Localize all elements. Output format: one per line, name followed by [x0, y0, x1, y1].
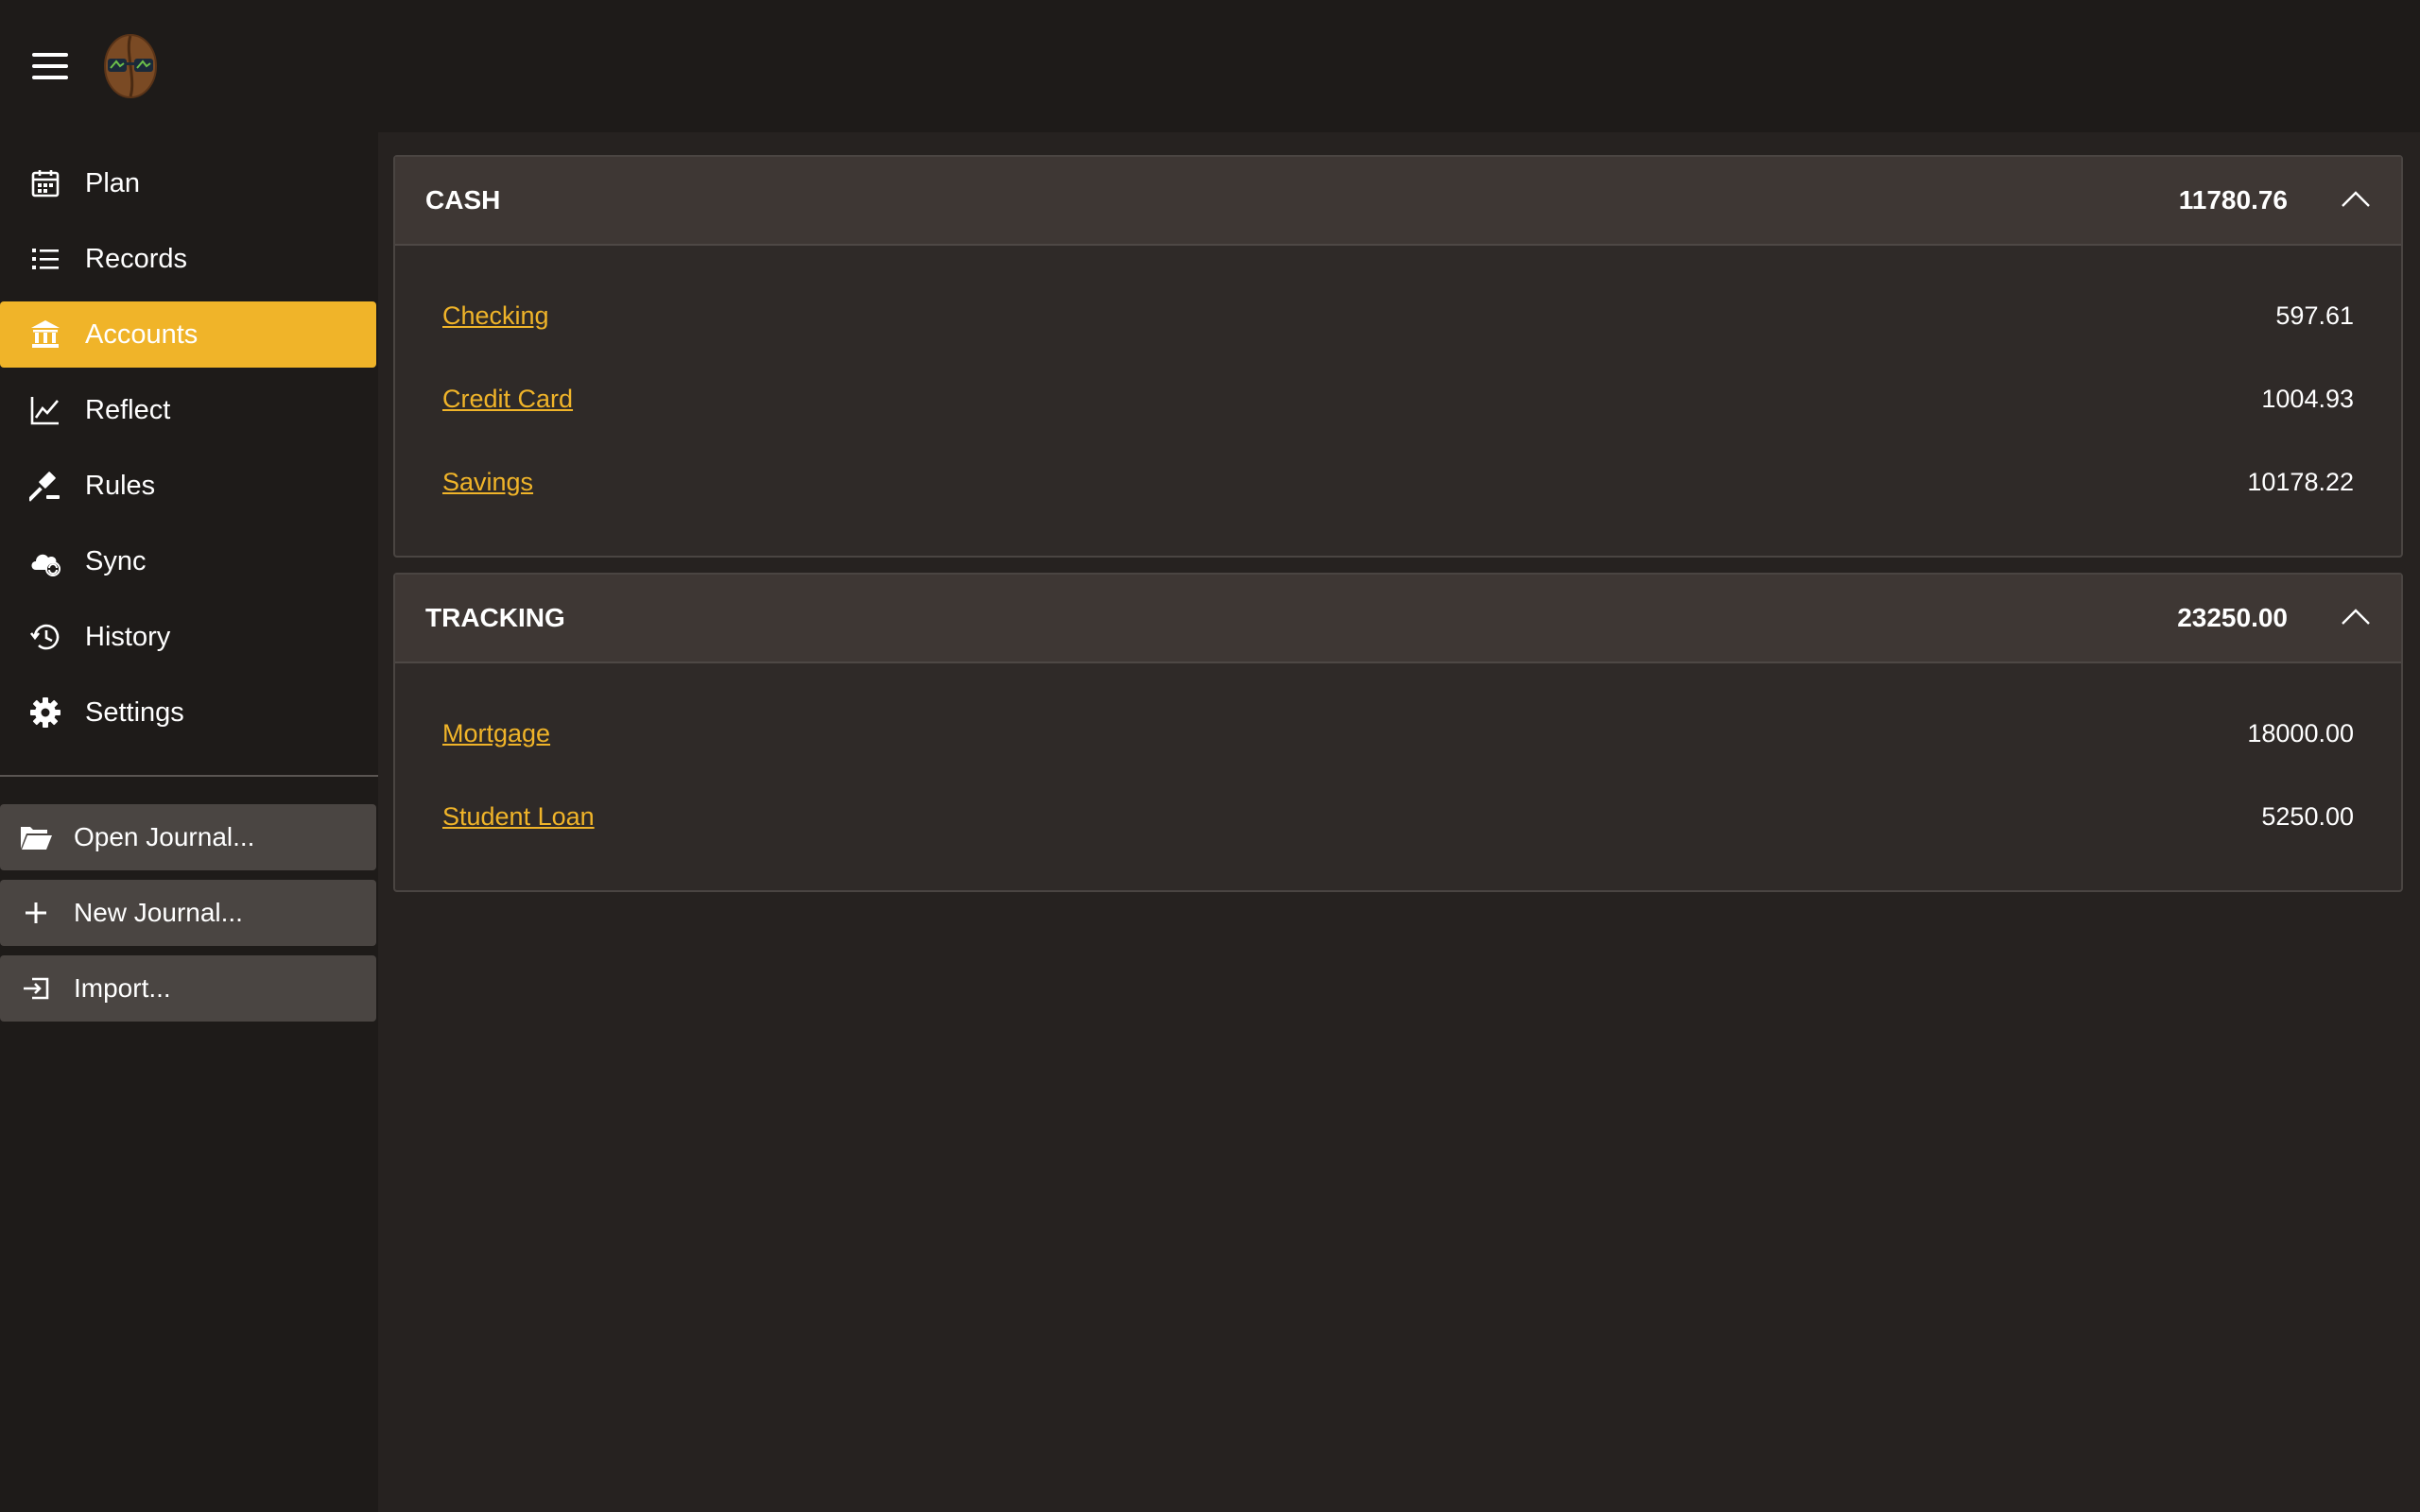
sidebar-item-label: Sync [85, 546, 147, 576]
import-button[interactable]: Import... [0, 955, 376, 1022]
import-icon [19, 971, 53, 1005]
new-journal-button[interactable]: New Journal... [0, 880, 376, 946]
account-row: Student Loan 5250.00 [395, 788, 2401, 845]
account-balance: 5250.00 [2261, 802, 2354, 831]
account-balance: 1004.93 [2261, 385, 2354, 413]
sidebar-item-history[interactable]: History [0, 604, 376, 670]
history-icon [28, 620, 62, 654]
account-group-total: 23250.00 [2177, 603, 2288, 632]
account-row: Mortgage 18000.00 [395, 705, 2401, 762]
sidebar-item-label: Settings [85, 697, 184, 728]
sidebar-item-accounts[interactable]: Accounts [0, 301, 376, 368]
sidebar-divider [0, 775, 378, 777]
account-row: Checking 597.61 [395, 287, 2401, 344]
account-balance: 18000.00 [2247, 719, 2354, 747]
bank-icon [28, 318, 62, 352]
account-link-checking[interactable]: Checking [442, 287, 549, 344]
sidebar-item-label: Rules [85, 471, 156, 501]
account-row: Credit Card 1004.93 [395, 370, 2401, 427]
account-link-student-loan[interactable]: Student Loan [442, 788, 595, 845]
account-group-cash: CASH 11780.76 Checking 597.61 Credit Car… [393, 155, 2403, 558]
account-balance: 10178.22 [2247, 468, 2354, 496]
sidebar-item-label: Reflect [85, 395, 171, 425]
account-group-header: CASH 11780.76 [395, 157, 2401, 246]
account-link-credit-card[interactable]: Credit Card [442, 370, 573, 427]
list-icon [28, 242, 62, 276]
sidebar-item-label: Accounts [85, 319, 199, 350]
hamburger-menu-icon[interactable] [28, 49, 72, 83]
sidebar-item-label: History [85, 622, 171, 652]
chevron-up-icon[interactable] [2337, 599, 2375, 637]
account-row: Savings 10178.22 [395, 454, 2401, 510]
new-journal-label: New Journal... [74, 898, 243, 927]
account-link-mortgage[interactable]: Mortgage [442, 705, 550, 762]
import-label: Import... [74, 973, 171, 1003]
account-group-header: TRACKING 23250.00 [395, 575, 2401, 663]
sidebar-item-label: Plan [85, 168, 141, 198]
top-bar [0, 0, 2420, 132]
chevron-up-icon[interactable] [2337, 181, 2375, 219]
gavel-icon [28, 469, 62, 503]
sidebar-item-sync[interactable]: Sync [0, 528, 376, 594]
line-chart-icon [28, 393, 62, 427]
account-group-title: TRACKING [425, 603, 565, 632]
folder-open-icon [19, 820, 53, 854]
gear-icon [28, 696, 62, 730]
open-journal-label: Open Journal... [74, 822, 255, 851]
sidebar-item-settings[interactable]: Settings [0, 679, 376, 746]
sidebar: Plan Records Accounts Reflect Rules Sync… [0, 132, 378, 1512]
sidebar-item-records[interactable]: Records [0, 226, 376, 292]
calendar-icon [28, 166, 62, 200]
account-group-total: 11780.76 [2178, 185, 2288, 215]
sidebar-item-label: Records [85, 244, 187, 274]
account-group-title: CASH [425, 185, 501, 215]
sidebar-item-reflect[interactable]: Reflect [0, 377, 376, 443]
sidebar-item-rules[interactable]: Rules [0, 453, 376, 519]
account-balance: 597.61 [2275, 301, 2354, 330]
sidebar-item-plan[interactable]: Plan [0, 150, 376, 216]
open-journal-button[interactable]: Open Journal... [0, 804, 376, 870]
account-group-tracking: TRACKING 23250.00 Mortgage 18000.00 Stud… [393, 573, 2403, 892]
plus-icon [19, 896, 53, 930]
cloud-sync-icon [28, 544, 62, 578]
account-link-savings[interactable]: Savings [442, 454, 533, 510]
app-logo [102, 32, 159, 100]
